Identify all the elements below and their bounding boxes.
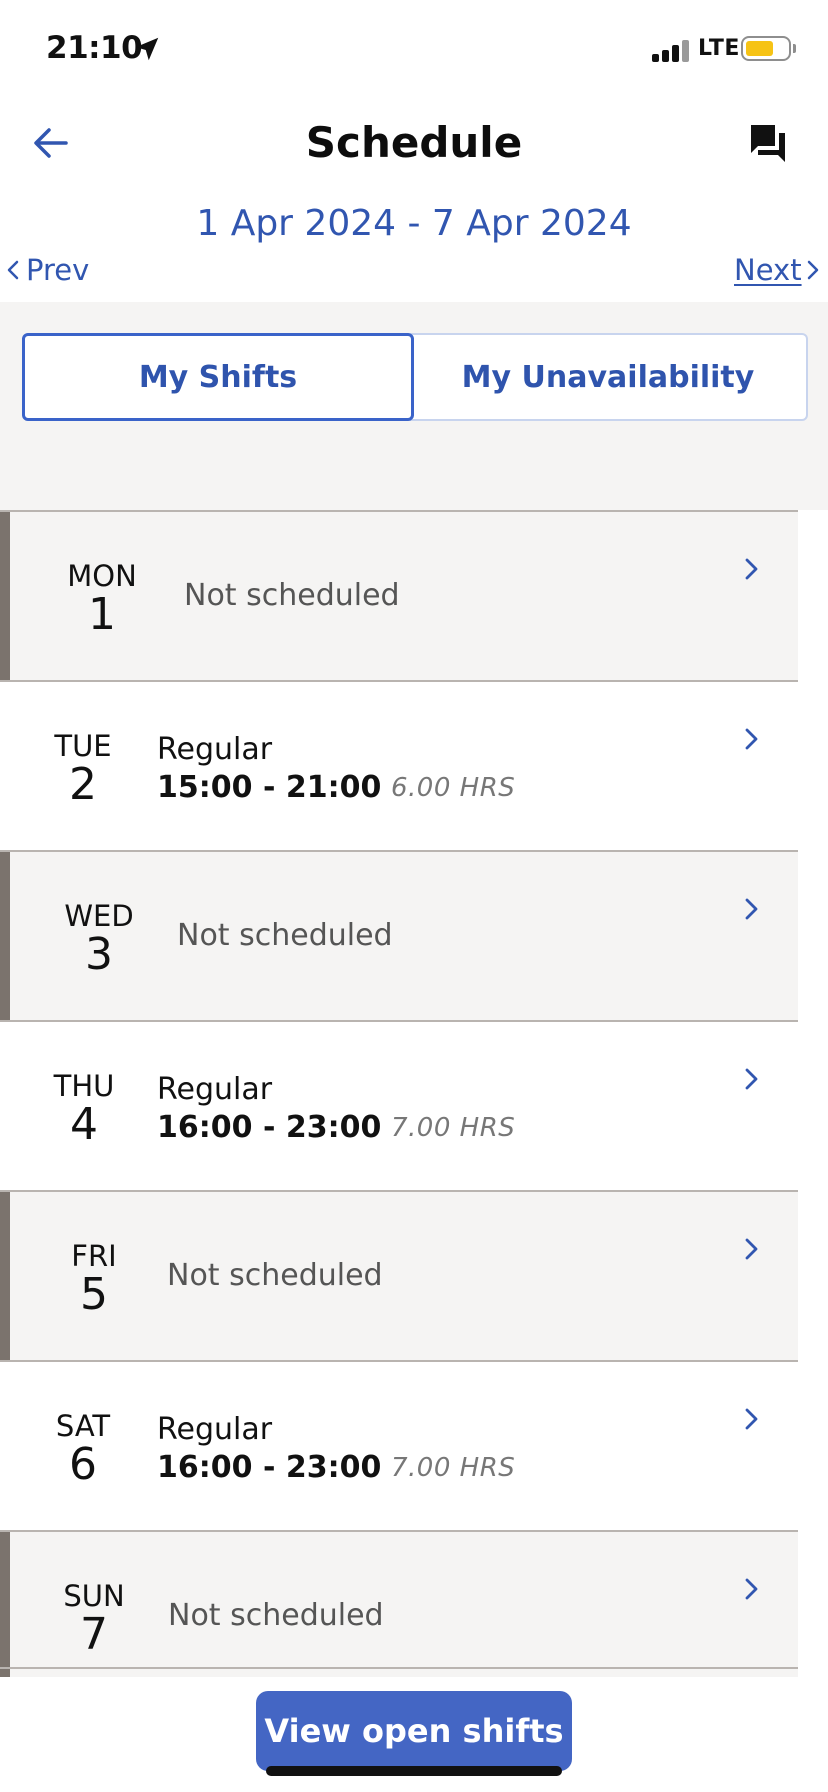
day-number: 4: [70, 1099, 98, 1150]
chevron-right-icon: [745, 1068, 758, 1090]
shift-time: 16:00 - 23:00: [157, 1110, 382, 1145]
signal-strength-icon: [652, 36, 692, 62]
day-row-thu[interactable]: THU 4 Regular 16:00 - 23:00 7.00 HRS: [0, 1020, 798, 1190]
shift-time: 15:00 - 21:00: [157, 770, 382, 805]
not-scheduled-text: Not scheduled: [177, 918, 393, 953]
chevron-right-icon: [745, 558, 758, 580]
row-accent-bar: [0, 852, 10, 1020]
day-of-week: SUN: [63, 1579, 125, 1613]
battery-icon: [741, 36, 791, 61]
day-number: 5: [80, 1269, 108, 1320]
day-of-week: MON: [67, 559, 137, 593]
prev-week-label: Prev: [26, 253, 90, 287]
next-week-label: Next: [734, 253, 802, 287]
view-open-shifts-button[interactable]: View open shifts: [256, 1691, 572, 1771]
shift-type: Regular: [157, 1412, 273, 1447]
not-scheduled-text: Not scheduled: [184, 578, 400, 613]
shift-type: Regular: [157, 1072, 273, 1107]
day-row-fri[interactable]: FRI 5 Not scheduled: [0, 1190, 798, 1360]
row-accent-bar: [0, 1532, 10, 1677]
not-scheduled-text: Not scheduled: [168, 1598, 384, 1633]
day-of-week: FRI: [71, 1239, 117, 1273]
chevron-right-icon: [745, 1408, 758, 1430]
page-title: Schedule: [305, 118, 523, 167]
chevron-right-icon: [745, 1578, 758, 1600]
day-of-week: THU: [53, 1069, 115, 1103]
shift-hours: 7.00 HRS: [391, 1113, 516, 1143]
week-range: 1 Apr 2024 - 7 Apr 2024: [196, 203, 632, 244]
arrow-left-icon[interactable]: [28, 118, 76, 166]
tab-my-shifts[interactable]: My Shifts: [22, 333, 414, 421]
day-list: MON 1 Not scheduled TUE 2 Regular 15:00 …: [0, 510, 798, 1677]
home-indicator: [266, 1766, 562, 1776]
chevron-right-icon: [807, 260, 818, 280]
day-of-week: TUE: [54, 729, 112, 763]
day-number: 7: [80, 1609, 108, 1660]
day-number: 1: [88, 589, 116, 640]
day-of-week: SAT: [55, 1409, 111, 1443]
next-week-link[interactable]: Next: [734, 253, 820, 287]
chevron-right-icon: [745, 728, 758, 750]
location-arrow-icon: [135, 37, 159, 61]
schedule-screen: 21:10 LTE Schedule 1 Apr 2024 - 7 Apr 20…: [0, 0, 828, 1792]
status-time: 21:10: [46, 30, 143, 66]
row-accent-bar: [0, 512, 10, 680]
day-row-sun[interactable]: SUN 7 Not scheduled: [0, 1530, 798, 1677]
prev-week-link[interactable]: Prev: [6, 253, 89, 287]
shift-type: Regular: [157, 732, 273, 767]
not-scheduled-text: Not scheduled: [167, 1258, 383, 1293]
day-of-week: WED: [64, 899, 134, 933]
day-row-tue[interactable]: TUE 2 Regular 15:00 - 21:00 6.00 HRS: [0, 680, 798, 850]
list-bottom-divider: [0, 1667, 798, 1669]
chevron-left-icon: [7, 260, 19, 280]
shift-time: 16:00 - 23:00: [157, 1450, 382, 1485]
chevron-right-icon: [745, 1238, 758, 1260]
day-row-mon[interactable]: MON 1 Not scheduled: [0, 510, 798, 680]
day-number: 6: [69, 1439, 97, 1490]
tab-my-unavailability[interactable]: My Unavailability: [410, 333, 808, 421]
status-bar: 21:10 LTE: [0, 0, 828, 100]
chat-bubbles-icon[interactable]: [742, 118, 792, 168]
day-row-sat[interactable]: SAT 6 Regular 16:00 - 23:00 7.00 HRS: [0, 1360, 798, 1530]
shift-hours: 7.00 HRS: [391, 1453, 516, 1483]
day-row-wed[interactable]: WED 3 Not scheduled: [0, 850, 798, 1020]
day-number: 2: [69, 759, 97, 810]
network-type: LTE: [698, 36, 740, 61]
day-number: 3: [85, 929, 113, 980]
row-accent-bar: [0, 1192, 10, 1360]
chevron-right-icon: [745, 898, 758, 920]
shift-hours: 6.00 HRS: [391, 773, 516, 803]
